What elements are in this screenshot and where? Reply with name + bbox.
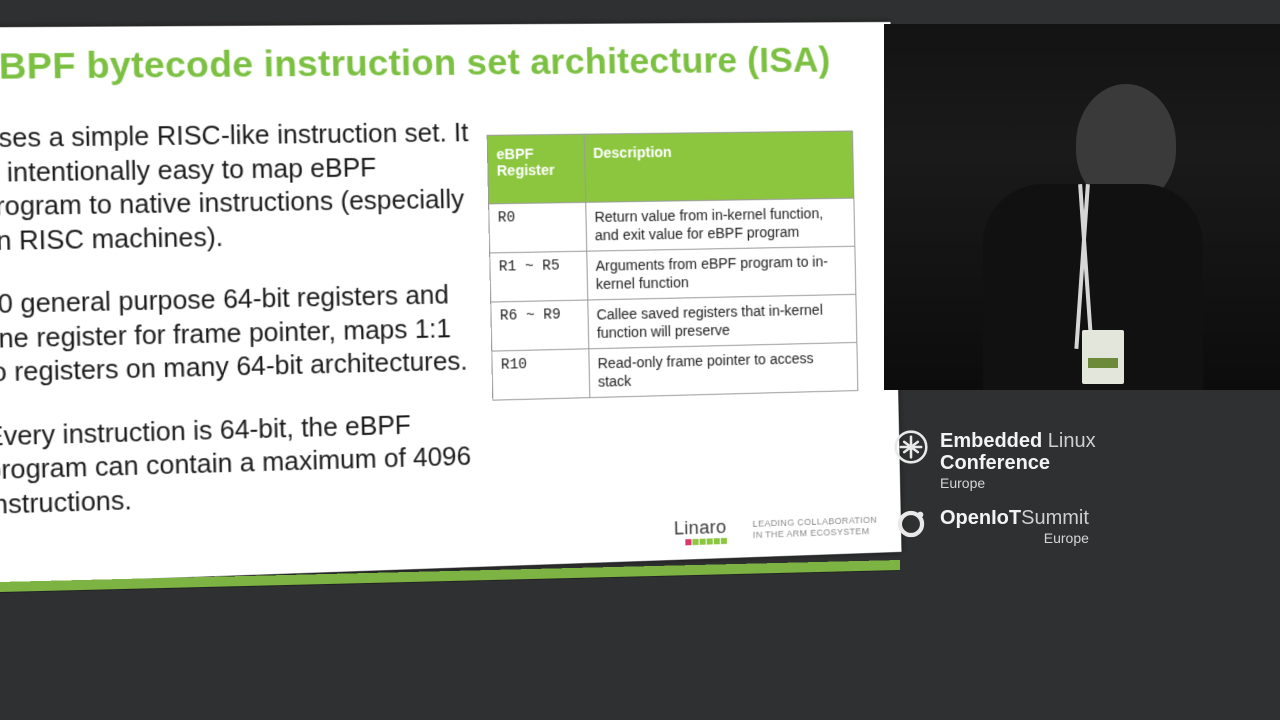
elc-logo: Embedded Linux Conference Europe (894, 430, 1194, 491)
register-cell: R6 ~ R9 (491, 300, 589, 351)
openiot-logo: OpenIoTSummit Europe (894, 507, 1194, 546)
table-header-register: eBPF Register (487, 134, 585, 204)
elc-sub-europe: Europe (940, 476, 1096, 491)
table-row: R0 Return value from in-kernel function,… (489, 198, 855, 253)
elc-word-linux: Linux (1048, 430, 1096, 452)
slide-footer: Linaro LEADING COLLABORATION IN THE ARM … (674, 513, 878, 546)
description-cell: Return value from in-kernel function, an… (585, 198, 855, 251)
slide-title: eBPF bytecode instruction set architectu… (0, 40, 852, 88)
table-row: R1 ~ R5 Arguments from eBPF program to i… (490, 246, 856, 302)
description-cell: Read-only frame pointer to access stack (588, 342, 857, 397)
register-cell: R0 (489, 202, 587, 253)
description-cell: Arguments from eBPF program to in-kernel… (586, 246, 855, 300)
slide-paragraph-1: Uses a simple RISC-like instruction set.… (0, 117, 472, 259)
speaker-badge (1082, 330, 1124, 384)
slide-wrapper: eBPF bytecode instruction set architectu… (0, 22, 896, 567)
conference-logos: Embedded Linux Conference Europe OpenIoT… (894, 430, 1194, 563)
linaro-tagline: LEADING COLLABORATION IN THE ARM ECOSYST… (753, 514, 878, 541)
elc-icon (894, 430, 928, 464)
linaro-wordmark: Linaro (674, 518, 727, 538)
stage: eBPF bytecode instruction set architectu… (0, 0, 1280, 720)
register-cell: R1 ~ R5 (490, 251, 588, 302)
description-cell: Callee saved registers that in-kernel fu… (587, 294, 856, 348)
elc-word-embedded: Embedded (940, 430, 1048, 452)
openiot-word-openiot: OpenIoT (940, 507, 1021, 529)
table-row: R10 Read-only frame pointer to access st… (492, 342, 858, 400)
table-header-row: eBPF Register Description (487, 131, 854, 204)
table-header-description: Description (584, 131, 854, 202)
register-table: eBPF Register Description R0 Return valu… (487, 130, 859, 400)
elc-word-conference: Conference (940, 452, 1096, 474)
elc-text: Embedded Linux Conference Europe (940, 430, 1096, 491)
presentation-slide: eBPF bytecode instruction set architectu… (0, 22, 902, 585)
slide-paragraph-2: 10 general purpose 64-bit registers and … (0, 278, 475, 390)
speaker-video (884, 24, 1280, 390)
openiot-icon (894, 507, 928, 541)
register-cell: R10 (492, 349, 590, 400)
openiot-sub-europe: Europe (940, 531, 1089, 546)
openiot-text: OpenIoTSummit Europe (940, 507, 1089, 546)
openiot-word-summit: Summit (1021, 507, 1089, 529)
table-row: R6 ~ R9 Callee saved registers that in-k… (491, 294, 857, 351)
slide-body: Uses a simple RISC-like instruction set.… (0, 117, 479, 552)
linaro-squares-icon (685, 538, 727, 545)
linaro-logo: Linaro (674, 518, 727, 546)
slide-paragraph-3: Every instruction is 64-bit, the eBPF pr… (0, 407, 478, 523)
